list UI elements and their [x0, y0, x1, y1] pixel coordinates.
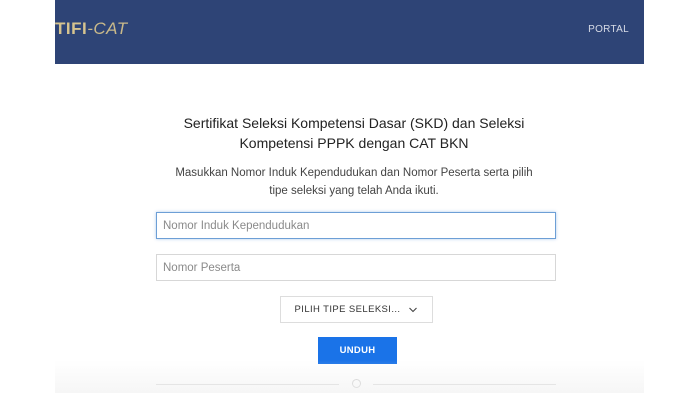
left-margin [0, 0, 55, 393]
chevron-down-icon [408, 305, 418, 315]
tipe-seleksi-label: PILIH TIPE SELEKSI... [294, 304, 401, 315]
unduh-button[interactable]: UNDUH [318, 337, 397, 364]
site-logo[interactable]: TIFI-CAT [55, 19, 128, 39]
divider-circle-icon [352, 379, 361, 388]
divider-left [156, 384, 339, 385]
tipe-seleksi-dropdown[interactable]: PILIH TIPE SELEKSI... [280, 296, 433, 323]
portal-link[interactable]: PORTAL [588, 24, 629, 35]
page-instructions: Masukkan Nomor Induk Kependudukan dan No… [175, 167, 533, 197]
screenshot-frame: TIFI-CAT PORTAL Sertifikat Seleksi Kompe… [0, 0, 700, 393]
top-header: TIFI-CAT PORTAL [55, 0, 644, 64]
page-title: Sertifikat Seleksi Kompetensi Dasar (SKD… [183, 115, 525, 151]
divider-right [373, 384, 556, 385]
logo-text-strong: TIFI [55, 19, 88, 38]
nomor-peserta-input[interactable] [156, 254, 556, 281]
bottom-fade [55, 360, 644, 393]
nik-input[interactable] [156, 212, 556, 239]
right-margin [644, 0, 700, 393]
logo-text-thin: -CAT [87, 19, 128, 38]
page: TIFI-CAT PORTAL Sertifikat Seleksi Kompe… [55, 0, 644, 393]
